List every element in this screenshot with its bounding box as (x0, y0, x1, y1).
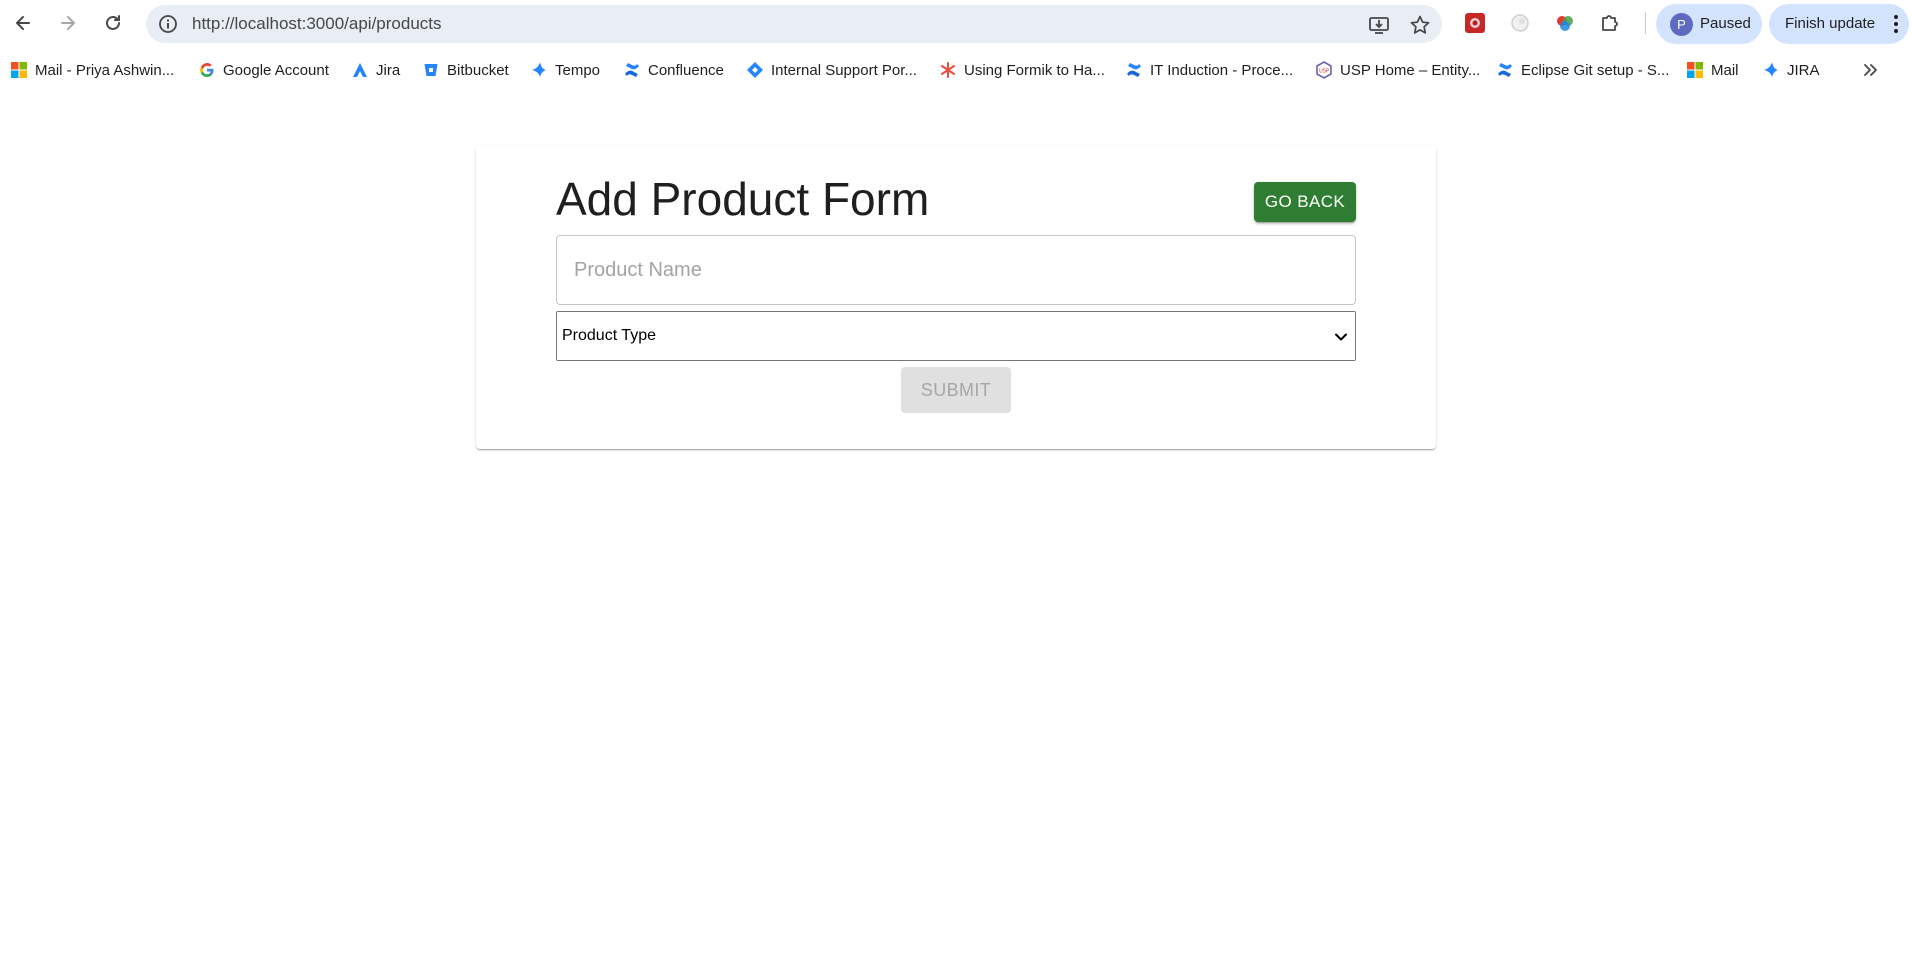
product-name-input[interactable] (556, 235, 1356, 305)
bookmark-item[interactable]: Mail (1686, 56, 1739, 84)
address-bar[interactable]: http://localhost:3000/api/products (146, 5, 1442, 43)
microsoft-icon (1686, 61, 1704, 79)
usp-icon: USP (1315, 61, 1333, 79)
bookmark-item[interactable]: Confluence (623, 56, 724, 84)
more-bookmarks-icon[interactable] (1860, 60, 1880, 80)
bookmarks-bar: Mail - Priya Ashwin... Google Account Ji… (0, 56, 1912, 86)
finish-update-button[interactable]: Finish update (1769, 4, 1909, 44)
arrow-right-icon (61, 16, 75, 30)
url-text[interactable]: http://localhost:3000/api/products (192, 5, 442, 43)
tempo-icon (530, 61, 548, 79)
bookmark-item[interactable]: Internal Support Por... (746, 56, 917, 84)
tempo-icon (1762, 61, 1780, 79)
chevron-down-icon (1335, 333, 1347, 341)
bookmark-label: Using Formik to Ha... (964, 61, 1105, 79)
page-title: Add Product Form (556, 173, 930, 225)
arrow-left-icon (16, 16, 30, 30)
submit-button[interactable]: SUBMIT (901, 367, 1011, 413)
bookmark-label: USP Home – Entity... (1340, 61, 1481, 79)
confluence-icon (1125, 61, 1143, 79)
bookmark-label: Jira (376, 61, 401, 79)
back-button[interactable] (8, 8, 38, 38)
extension-red-icon[interactable] (1464, 12, 1486, 34)
bookmark-label: Google Account (223, 61, 329, 79)
install-app-icon[interactable] (1368, 14, 1390, 36)
site-info-icon[interactable] (158, 14, 178, 34)
bookmark-item[interactable]: JIRA (1762, 56, 1820, 84)
bookmark-label: Mail - Priya Ashwin... (35, 61, 175, 79)
reload-icon (106, 15, 120, 30)
bookmark-label: Confluence (648, 61, 724, 79)
extension-color-icon[interactable] (1554, 12, 1576, 34)
jira-icon (351, 61, 369, 79)
bookmark-item[interactable]: IT Induction - Proce... (1125, 56, 1293, 84)
asterisk-icon (939, 61, 957, 79)
bookmark-label: Internal Support Por... (771, 61, 917, 79)
reload-button[interactable] (98, 8, 128, 38)
bookmark-label: Bitbucket (447, 61, 509, 79)
bookmark-label: JIRA (1787, 61, 1820, 79)
bookmark-item[interactable]: USP USP Home – Entity... (1315, 56, 1480, 84)
bookmark-star-icon[interactable] (1409, 14, 1431, 36)
bookmark-item[interactable]: Google Account (198, 56, 329, 84)
bookmark-item[interactable]: Tempo (530, 56, 600, 84)
google-icon (198, 61, 216, 79)
finish-update-label: Finish update (1785, 15, 1876, 32)
bookmark-label: Eclipse Git setup - S... (1521, 61, 1670, 79)
bookmark-item[interactable]: Bitbucket (422, 56, 509, 84)
go-back-button[interactable]: GO BACK (1254, 182, 1356, 222)
extensions-puzzle-icon[interactable] (1599, 12, 1621, 34)
bookmark-item[interactable]: Jira (351, 56, 400, 84)
bitbucket-icon (422, 61, 440, 79)
product-type-select[interactable]: Product Type (556, 311, 1356, 361)
bookmark-label: IT Induction - Proce... (1150, 61, 1294, 79)
bookmark-item[interactable]: Using Formik to Ha... (939, 56, 1105, 84)
toolbar-divider (1645, 12, 1646, 34)
microsoft-icon (10, 61, 28, 79)
profile-status: Paused (1700, 15, 1751, 32)
confluence-icon (623, 61, 641, 79)
add-product-card: Add Product Form GO BACK Product Type SU… (476, 146, 1436, 449)
forward-button[interactable] (53, 8, 83, 38)
extension-gray-icon[interactable] (1509, 12, 1531, 34)
bookmark-label: Tempo (555, 61, 601, 79)
bookmark-label: Mail (1711, 61, 1739, 79)
bookmark-item[interactable]: Eclipse Git setup - S... (1496, 56, 1669, 84)
confluence-icon (1496, 61, 1514, 79)
browser-toolbar: http://localhost:3000/api/products P Pau… (0, 0, 1912, 48)
bookmark-item[interactable]: Mail - Priya Ashwin... (10, 56, 174, 84)
avatar: P (1670, 13, 1693, 36)
more-vert-icon[interactable] (1893, 14, 1899, 34)
profile-button[interactable]: P Paused (1656, 4, 1762, 44)
product-type-value: Product Type (562, 327, 656, 344)
jira-service-icon (746, 61, 764, 79)
svg-text:USP: USP (1319, 69, 1329, 75)
